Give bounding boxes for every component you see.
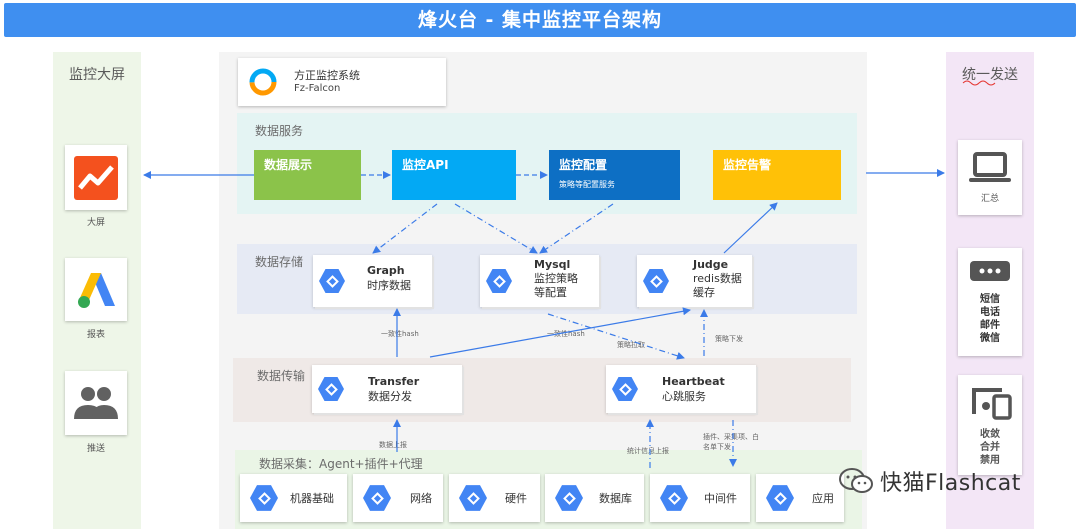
brand-text: 快猫Flashcat [880,471,1021,496]
report-card [65,258,127,321]
logo-card: 方正监控系统 Fz-Falcon [238,58,446,106]
left-panel-title: 监控大屏 [69,67,125,83]
push-label: 推送 [86,444,105,454]
judge-card: Judge redis数据 缓存 [637,255,752,307]
app-icon [766,485,794,511]
graph-db-icon [319,269,345,293]
bigscreen-card [65,145,127,210]
data-display-label: 数据展示 [264,158,313,172]
graph-card: Graph 时序数据 [313,255,432,307]
edge-label-hash-judge: 一致性hash [547,330,585,338]
edge-label-plugin-push: 插件、采集项、白 名单下发 [703,433,759,451]
heartbeat-card: Heartbeat 心跳服务 [606,365,756,413]
graph-desc: 时序数据 [367,279,411,292]
wechat-icon [839,468,873,493]
edge-label-data-report: 数据上报 [379,441,407,449]
monitor-api-label: 监控API [402,158,449,172]
line-chart-icon [74,155,118,200]
monitor-alarm-label: 监控告警 [723,158,772,172]
logo-subtitle: Fz-Falcon [294,83,341,94]
bigscreen-label: 大屏 [86,218,105,228]
collect-app-card: 应用 [756,474,844,522]
graph-name: Graph [367,264,405,277]
transport-band-label: 数据传输 [257,369,306,383]
transfer-icon [318,377,344,401]
notify-label: 短信 电话 邮件 微信 [980,294,1000,344]
laptop-icon [969,152,1011,182]
converge-label: 收敛 合并 禁用 [980,428,1000,466]
edge-label-stats-report: 统计信息上报 [627,447,669,455]
transfer-desc: 数据分发 [368,390,412,403]
judge-desc: redis数据 缓存 [693,272,742,299]
converge-card: 收敛 合并 禁用 [958,375,1022,475]
collect-hardware-label: 硬件 [505,492,527,505]
mysql-name: Mysql [534,258,571,271]
push-card [65,371,127,435]
judge-name: Judge [693,258,729,271]
heartbeat-icon [612,377,638,401]
collect-hardware-card: 硬件 [449,474,540,522]
storage-band-label: 数据存储 [255,255,304,269]
heartbeat-name: Heartbeat [662,375,725,388]
notify-card: 短信 电话 邮件 微信 [958,248,1022,356]
collect-middleware-card: 中间件 [650,474,750,522]
network-icon [363,485,391,511]
message-icon [970,261,1010,281]
collect-database-card: 数据库 [545,474,644,522]
heartbeat-desc: 心跳服务 [662,390,706,403]
edge-label-hash-graph: 一致性hash [381,330,419,338]
service-band-label: 数据服务 [255,124,304,138]
collect-network-label: 网络 [410,492,432,505]
hardware-icon [459,485,487,511]
collect-machine-label: 机器基础 [290,492,334,505]
transfer-name: Transfer [368,375,420,388]
edge-label-strategy-push: 策略下发 [715,335,743,343]
judge-db-icon [643,269,669,293]
collect-database-label: 数据库 [599,492,632,505]
falcon-logo-icon [249,68,277,96]
mysql-db-icon [486,269,512,293]
summary-label: 汇总 [980,194,999,204]
machine-icon [250,485,278,511]
middleware-icon [660,485,688,511]
devices-icon [972,387,1012,420]
page-title: 烽火台 - 集中监控平台架构 [4,3,1076,37]
monitor-alarm-box: 监控告警 [713,150,841,200]
mysql-desc: 监控策略 等配置 [534,272,578,299]
summary-card: 汇总 [958,140,1022,215]
collect-network-card: 网络 [353,474,443,522]
edge-label-strategy-fetch: 策略拉取 [617,341,645,349]
monitor-config-sub: 策略等配置服务 [559,180,615,189]
brand-watermark: 快猫Flashcat [838,465,1021,497]
transfer-card: Transfer 数据分发 [312,365,462,413]
monitor-api-box: 监控API [392,150,516,200]
data-display-box: 数据展示 [254,150,361,200]
database-icon [555,485,583,511]
collect-app-label: 应用 [812,492,834,505]
people-icon [74,387,118,419]
logo-title: 方正监控系统 [294,69,360,82]
report-label: 报表 [86,330,105,340]
collect-middleware-label: 中间件 [704,492,737,505]
right-panel-title: 统一发送 [962,67,1018,83]
collect-machine-card: 机器基础 [240,474,347,522]
adwords-icon [78,272,115,308]
monitor-config-label: 监控配置 [559,158,608,172]
mysql-card: Mysql 监控策略 等配置 [480,255,599,307]
monitor-config-box: 监控配置策略等配置服务 [549,150,680,200]
collect-band-label: 数据采集：Agent+插件+代理 [259,457,423,471]
